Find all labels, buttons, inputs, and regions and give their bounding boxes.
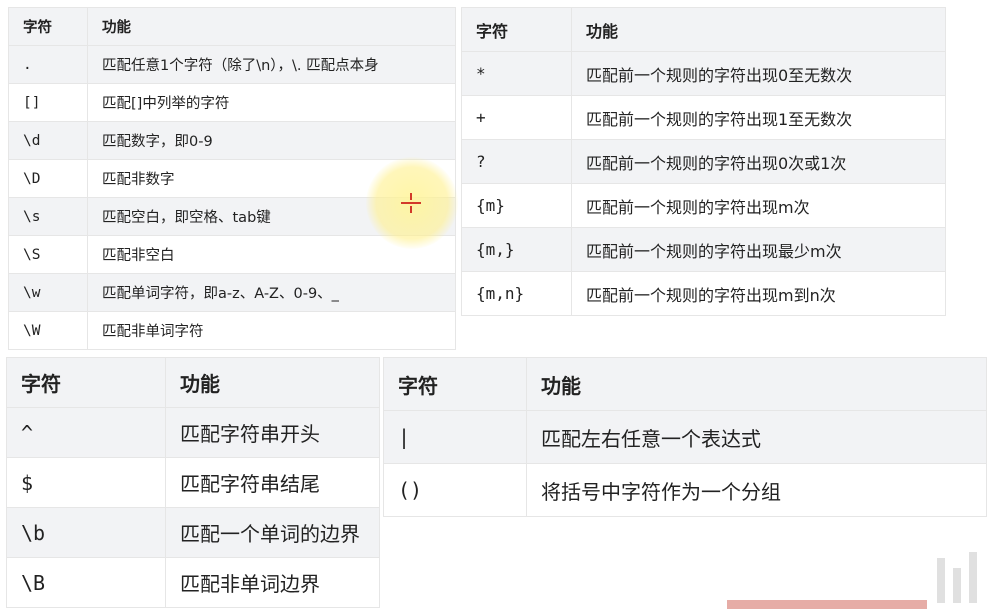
table-row: + 匹配前一个规则的字符出现1至无数次: [461, 95, 946, 140]
desc-cell: 匹配数字，即0-9: [87, 121, 456, 160]
symbol-cell: ^: [6, 407, 166, 458]
table-row: [] 匹配[]中列举的字符: [8, 83, 456, 122]
header-function: 功能: [87, 7, 456, 46]
group-table: 字符 功能 | 匹配左右任意一个表达式 () 将括号中字符作为一个分组: [383, 357, 987, 517]
symbol-cell: \D: [8, 159, 88, 198]
desc-cell: 匹配前一个规则的字符出现最少m次: [571, 227, 946, 272]
desc-cell: 匹配[]中列举的字符: [87, 83, 456, 122]
symbol-cell: {m}: [461, 183, 572, 228]
table-row: {m} 匹配前一个规则的字符出现m次: [461, 183, 946, 228]
quantifier-table: 字符 功能 * 匹配前一个规则的字符出现0至无数次 + 匹配前一个规则的字符出现1至…: [461, 7, 946, 316]
table-row: ? 匹配前一个规则的字符出现0次或1次: [461, 139, 946, 184]
desc-cell: 匹配前一个规则的字符出现m次: [571, 183, 946, 228]
table-header-row: 字符 功能: [461, 7, 946, 52]
header-symbol: 字符: [6, 357, 166, 408]
table-row: () 将括号中字符作为一个分组: [383, 463, 987, 517]
desc-cell: 匹配左右任意一个表达式: [526, 410, 987, 464]
desc-cell: 匹配前一个规则的字符出现0至无数次: [571, 51, 946, 96]
symbol-cell: ?: [461, 139, 572, 184]
header-function: 功能: [526, 357, 987, 411]
table-row: $ 匹配字符串结尾: [6, 457, 380, 508]
desc-cell: 匹配前一个规则的字符出现1至无数次: [571, 95, 946, 140]
table-row: . 匹配任意1个字符（除了\n），\. 匹配点本身: [8, 45, 456, 84]
desc-cell: 匹配前一个规则的字符出现m到n次: [571, 271, 946, 316]
symbol-cell: {m,n}: [461, 271, 572, 316]
header-symbol: 字符: [8, 7, 88, 46]
symbol-cell: \s: [8, 197, 88, 236]
desc-cell: 匹配一个单词的边界: [165, 507, 380, 558]
desc-cell: 匹配任意1个字符（除了\n），\. 匹配点本身: [87, 45, 456, 84]
symbol-cell: $: [6, 457, 166, 508]
symbol-cell: \B: [6, 557, 166, 608]
anchor-table: 字符 功能 ^ 匹配字符串开头 $ 匹配字符串结尾 \b 匹配一个单词的边界 \B 匹配…: [6, 357, 380, 608]
table-header-row: 字符 功能: [6, 357, 380, 408]
desc-cell: 匹配单词字符，即a-z、A-Z、0-9、_: [87, 273, 456, 312]
table-row: * 匹配前一个规则的字符出现0至无数次: [461, 51, 946, 96]
symbol-cell: \b: [6, 507, 166, 558]
desc-cell: 匹配非单词字符: [87, 311, 456, 350]
table-header-row: 字符 功能: [8, 7, 456, 46]
table-row: | 匹配左右任意一个表达式: [383, 410, 987, 464]
table-header-row: 字符 功能: [383, 357, 987, 411]
desc-cell: 匹配字符串开头: [165, 407, 380, 458]
table-row: \b 匹配一个单词的边界: [6, 507, 380, 558]
symbol-cell: .: [8, 45, 88, 84]
desc-cell: 匹配字符串结尾: [165, 457, 380, 508]
table-row: {m,n} 匹配前一个规则的字符出现m到n次: [461, 271, 946, 316]
desc-cell: 将括号中字符作为一个分组: [526, 463, 987, 517]
symbol-cell: +: [461, 95, 572, 140]
table-row: \d 匹配数字，即0-9: [8, 121, 456, 160]
table-row: \W 匹配非单词字符: [8, 311, 456, 350]
header-symbol: 字符: [461, 7, 572, 52]
header-function: 功能: [571, 7, 946, 52]
symbol-cell: \d: [8, 121, 88, 160]
header-function: 功能: [165, 357, 380, 408]
desc-cell: 匹配前一个规则的字符出现0次或1次: [571, 139, 946, 184]
symbol-cell: |: [383, 410, 527, 464]
watermark-logo-icon: [727, 552, 977, 609]
table-row: ^ 匹配字符串开头: [6, 407, 380, 458]
table-row: {m,} 匹配前一个规则的字符出现最少m次: [461, 227, 946, 272]
symbol-cell: {m,}: [461, 227, 572, 272]
table-row: \w 匹配单词字符，即a-z、A-Z、0-9、_: [8, 273, 456, 312]
header-symbol: 字符: [383, 357, 527, 411]
symbol-cell: \S: [8, 235, 88, 274]
symbol-cell: *: [461, 51, 572, 96]
symbol-cell: \w: [8, 273, 88, 312]
symbol-cell: (): [383, 463, 527, 517]
symbol-cell: []: [8, 83, 88, 122]
symbol-cell: \W: [8, 311, 88, 350]
table-row: \B 匹配非单词边界: [6, 557, 380, 608]
desc-cell: 匹配非单词边界: [165, 557, 380, 608]
crosshair-cursor-icon: [401, 193, 421, 213]
